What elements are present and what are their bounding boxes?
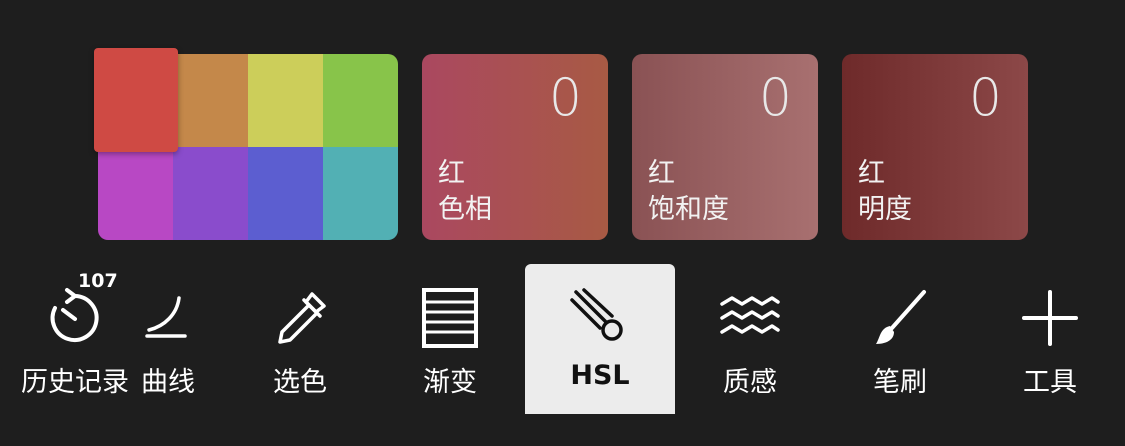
- tool-texture[interactable]: 质感: [675, 264, 825, 414]
- luminance-color-name: 红: [858, 158, 885, 189]
- saturation-value: 0: [758, 68, 792, 128]
- tool-texture-label: 质感: [723, 367, 777, 398]
- tool-curve[interactable]: 曲线: [75, 264, 225, 414]
- eyedropper-icon: [278, 292, 326, 344]
- saturation-param-name: 饱和度: [648, 194, 729, 225]
- luminance-label: 红 明度: [858, 156, 912, 228]
- saturation-label: 红 饱和度: [648, 156, 729, 228]
- luminance-value: 0: [968, 68, 1002, 128]
- tool-hsl-label: HSL: [570, 360, 630, 391]
- hsl-editor-panel: 0 红 色相 0 红 饱和度 0 红 明度 107 历史记录 曲线 选色 渐变 …: [0, 0, 1125, 446]
- texture-waves-icon: [720, 296, 780, 334]
- swatch-blue[interactable]: [248, 147, 323, 240]
- plus-icon: [1022, 290, 1078, 346]
- luminance-card[interactable]: 0 红 明度: [842, 54, 1028, 240]
- tool-tools-label: 工具: [1023, 367, 1077, 398]
- tool-tools[interactable]: 工具: [975, 264, 1125, 414]
- hue-color-name: 红: [438, 158, 465, 189]
- hue-label: 红 色相: [438, 156, 492, 228]
- swatch-cyan[interactable]: [323, 147, 398, 240]
- swatch-orange[interactable]: [173, 54, 248, 147]
- curve-icon: [145, 296, 187, 338]
- hue-card[interactable]: 0 红 色相: [422, 54, 608, 240]
- tool-hsl[interactable]: HSL: [525, 264, 675, 414]
- tool-brush-label: 笔刷: [873, 367, 927, 398]
- tool-curve-label: 曲线: [141, 367, 195, 398]
- hue-value: 0: [548, 68, 582, 128]
- brush-icon: [876, 290, 926, 344]
- luminance-param-name: 明度: [858, 194, 912, 225]
- tool-gradient-label: 渐变: [423, 367, 477, 398]
- swatch-yellow[interactable]: [248, 54, 323, 147]
- tool-select-color[interactable]: 选色: [225, 264, 375, 414]
- swatch-green[interactable]: [323, 54, 398, 147]
- tool-gradient[interactable]: 渐变: [375, 264, 525, 414]
- hsl-comet-icon: [570, 288, 623, 341]
- swatch-purple[interactable]: [173, 147, 248, 240]
- tool-brush[interactable]: 笔刷: [825, 264, 975, 414]
- tool-select-color-label: 选色: [273, 367, 327, 398]
- selected-swatch-indicator[interactable]: [94, 48, 178, 152]
- swatch-magenta[interactable]: [98, 147, 173, 240]
- hue-param-name: 色相: [438, 194, 492, 225]
- saturation-card[interactable]: 0 红 饱和度: [632, 54, 818, 240]
- saturation-color-name: 红: [648, 158, 675, 189]
- gradient-lines-icon: [422, 288, 478, 348]
